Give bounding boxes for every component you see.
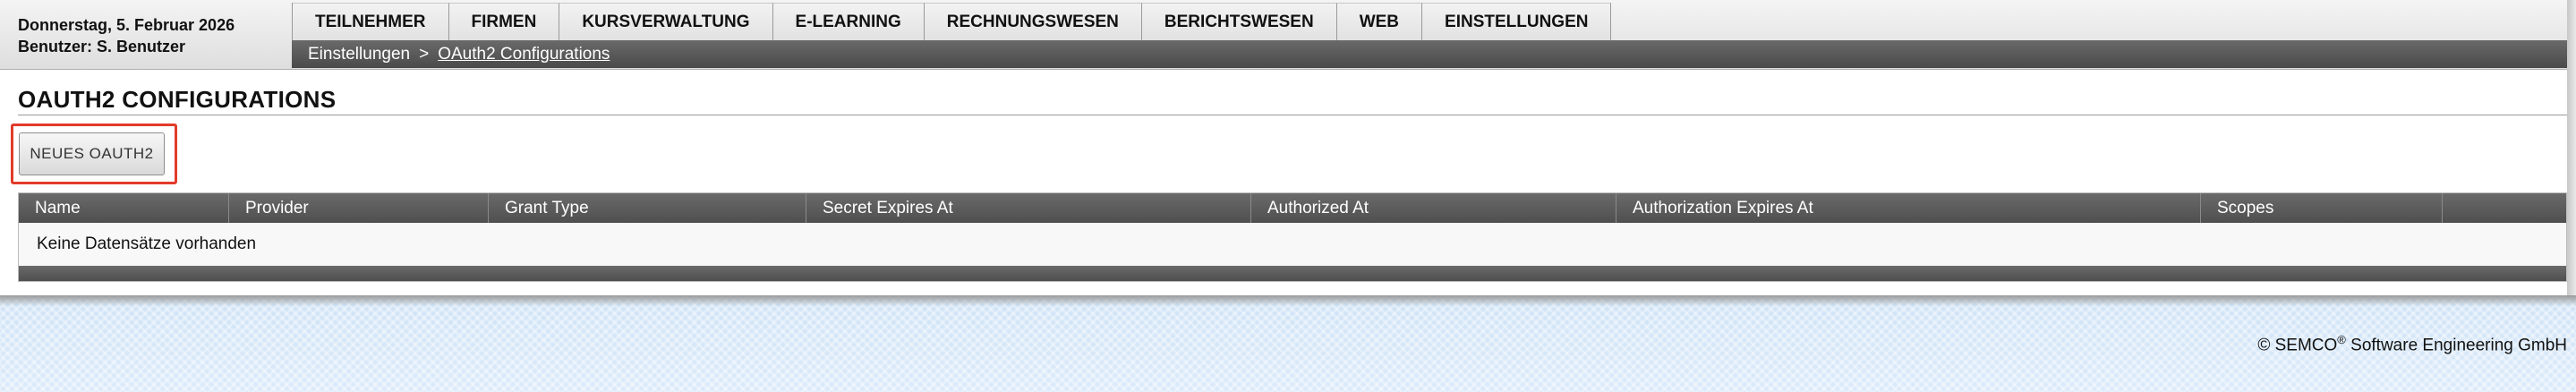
main-nav: TEILNEHMER FIRMEN KURSVERWALTUNG E-LEARN… [292, 3, 1612, 40]
table-header: Name Provider Grant Type Secret Expires … [19, 193, 2566, 223]
nav-item-rechnungswesen[interactable]: RECHNUNGSWESEN [924, 3, 1142, 40]
column-header-scopes[interactable]: Scopes [2201, 193, 2443, 223]
copyright-suffix: Software Engineering GmbH [2345, 336, 2567, 355]
breadcrumb-separator: > [419, 45, 430, 64]
nav-item-e-learning[interactable]: E-LEARNING [772, 3, 925, 40]
copyright-text: © SEMCO® Software Engineering GmbH [2257, 333, 2567, 355]
registered-mark: ® [2337, 333, 2346, 346]
session-info: Donnerstag, 5. Februar 2026 Benutzer: S.… [18, 14, 235, 57]
nav-item-firmen[interactable]: FIRMEN [448, 3, 560, 40]
nav-item-teilnehmer[interactable]: TEILNEHMER [293, 3, 449, 40]
column-header-grant-type[interactable]: Grant Type [489, 193, 806, 223]
nav-item-berichtswesen[interactable]: BERICHTSWESEN [1141, 3, 1337, 40]
footer-shadow [0, 295, 2576, 306]
nav-item-einstellungen[interactable]: EINSTELLUNGEN [1422, 3, 1612, 40]
breadcrumb: Einstellungen > OAuth2 Configurations [292, 40, 2576, 68]
column-header-authorized-at[interactable]: Authorized At [1251, 193, 1616, 223]
copyright-prefix: © SEMCO [2257, 336, 2338, 355]
page-title: OAUTH2 CONFIGURATIONS [18, 86, 337, 113]
current-user: Benutzer: S. Benutzer [18, 38, 186, 55]
column-header-name[interactable]: Name [19, 193, 229, 223]
page-edge-shadow [2567, 0, 2576, 295]
breadcrumb-root: Einstellungen [308, 45, 411, 64]
table-footer [19, 266, 2566, 281]
current-date: Donnerstag, 5. Februar 2026 [18, 16, 235, 34]
nav-item-kursverwaltung[interactable]: KURSVERWALTUNG [559, 3, 773, 40]
breadcrumb-current-link[interactable]: OAuth2 Configurations [438, 45, 610, 64]
column-header-provider[interactable]: Provider [229, 193, 489, 223]
footer-band [0, 295, 2576, 392]
nav-item-web[interactable]: WEB [1336, 3, 1423, 40]
app-header: Donnerstag, 5. Februar 2026 Benutzer: S.… [0, 0, 2576, 70]
column-header-actions [2443, 193, 2566, 223]
new-oauth2-button[interactable]: NEUES OAUTH2 [19, 132, 165, 175]
column-header-authorization-expires-at[interactable]: Authorization Expires At [1616, 193, 2201, 223]
oauth2-table: Name Provider Grant Type Secret Expires … [18, 192, 2567, 282]
empty-table-message: Keine Datensätze vorhanden [19, 223, 2566, 266]
column-header-secret-expires-at[interactable]: Secret Expires At [806, 193, 1251, 223]
